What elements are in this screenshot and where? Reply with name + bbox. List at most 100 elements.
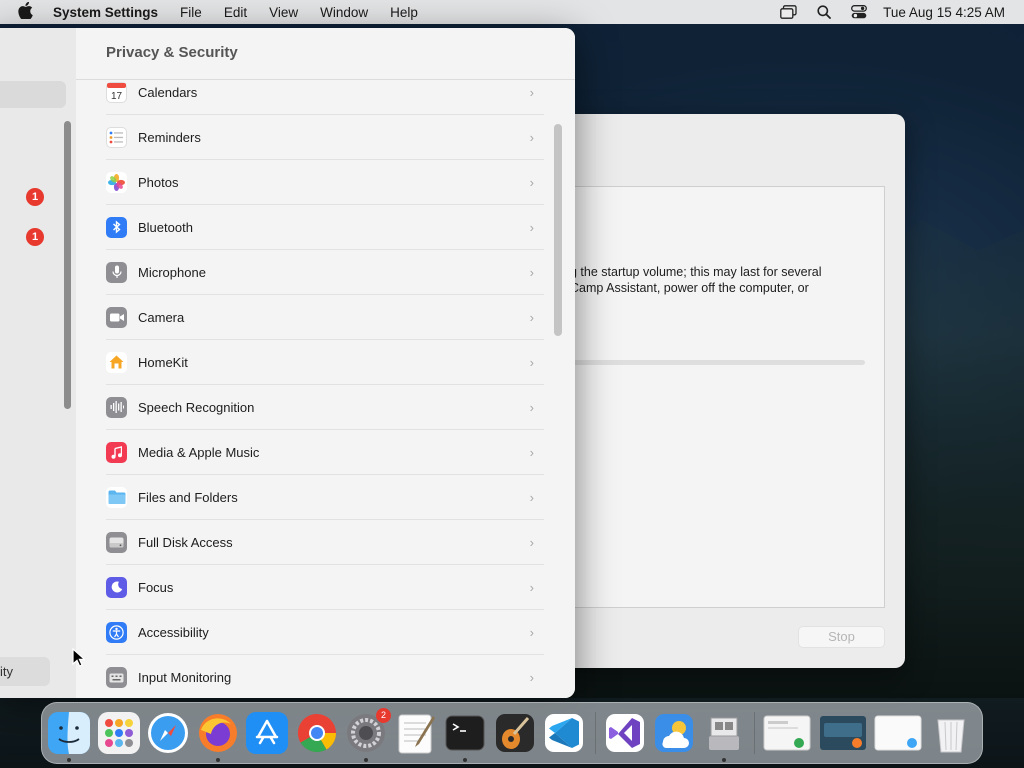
sidebar-selected-item[interactable] [0, 81, 66, 108]
dock-terminal[interactable] [444, 712, 486, 762]
row-input-monitoring[interactable]: Input Monitoring › [106, 655, 544, 698]
row-bluetooth[interactable]: Bluetooth › [106, 205, 544, 250]
content-scrollbar[interactable] [554, 124, 562, 336]
reminders-icon [106, 126, 127, 148]
row-camera[interactable]: Camera › [106, 295, 544, 340]
dock-launchpad[interactable] [97, 712, 140, 754]
dock-firefox[interactable] [197, 712, 239, 762]
row-label: Media & Apple Music [138, 444, 260, 460]
chevron-right-icon: › [529, 579, 534, 595]
menu-file[interactable]: File [180, 5, 202, 20]
dock-chrome[interactable] [296, 712, 338, 754]
chevron-right-icon: › [529, 354, 534, 370]
row-full-disk-access[interactable]: Full Disk Access › [106, 520, 544, 565]
search-icon[interactable] [817, 5, 832, 19]
apple-menu-icon[interactable] [18, 1, 36, 22]
dock-app-store[interactable] [246, 712, 288, 754]
row-label: Bluetooth [138, 219, 193, 235]
row-reminders[interactable]: Reminders › [106, 115, 544, 160]
window-thumbnail-icon [763, 715, 811, 751]
notification-badge: 1 [26, 188, 44, 206]
menu-edit[interactable]: Edit [224, 5, 247, 20]
dock-safari[interactable] [147, 712, 189, 754]
row-photos[interactable]: Photos › [106, 160, 544, 205]
row-label: Files and Folders [138, 489, 238, 505]
progress-bar [570, 360, 865, 365]
menu-window[interactable]: Window [320, 5, 368, 20]
sidebar: 1 1 ity [0, 28, 76, 698]
notification-badge: 1 [26, 228, 44, 246]
dock-finder[interactable] [48, 712, 90, 762]
dock-weather[interactable] [653, 712, 695, 754]
screen-mirroring-icon[interactable] [780, 5, 797, 19]
dock-textedit[interactable] [395, 712, 437, 754]
weather-icon [655, 714, 693, 752]
running-indicator [721, 758, 726, 762]
sidebar-item-security[interactable]: ity [0, 657, 50, 686]
dock: 2 [41, 702, 983, 764]
textedit-icon [398, 714, 435, 754]
terminal-icon [445, 715, 485, 751]
microphone-icon [106, 261, 127, 283]
row-label: Reminders [138, 129, 201, 145]
svg-text:17: 17 [111, 91, 123, 102]
row-homekit[interactable]: HomeKit › [106, 340, 544, 385]
chevron-right-icon: › [529, 309, 534, 325]
running-indicator [67, 758, 71, 762]
dock-trash[interactable] [930, 712, 972, 754]
window-thumbnail-icon [819, 716, 866, 750]
row-label: Accessibility [138, 624, 209, 640]
sidebar-scrollbar[interactable] [64, 121, 71, 409]
chrome-icon [297, 713, 336, 753]
accessibility-icon [106, 621, 127, 643]
visual-studio-icon [605, 714, 644, 752]
dock-minimized-window[interactable] [763, 712, 811, 754]
status-message-line-2: Camp Assistant, power off the computer, … [570, 281, 809, 295]
dock-system-settings[interactable]: 2 [345, 708, 391, 762]
dock-minimized-window[interactable] [819, 712, 867, 754]
menu-view[interactable]: View [269, 5, 298, 20]
row-label: Focus [138, 579, 174, 595]
chevron-right-icon: › [529, 489, 534, 505]
chevron-right-icon: › [529, 129, 534, 145]
menu-clock[interactable]: Tue Aug 15 4:25 AM [883, 5, 1005, 20]
row-label: Calendars [138, 84, 198, 100]
chevron-right-icon: › [529, 670, 534, 685]
dock-visual-studio[interactable] [604, 712, 646, 754]
running-indicator [364, 758, 368, 762]
window-thumbnail-icon [874, 715, 922, 751]
moon-icon [106, 576, 127, 598]
system-settings-window: 1 1 ity Privacy & Security 17 Calendars … [0, 28, 575, 698]
chevron-right-icon: › [529, 219, 534, 235]
chevron-right-icon: › [529, 174, 534, 190]
guitar-icon [495, 714, 534, 752]
dock-boot-camp-assistant[interactable] [703, 712, 745, 762]
row-focus[interactable]: Focus › [106, 565, 544, 610]
running-indicator [215, 758, 220, 762]
row-label: Microphone [138, 264, 206, 280]
mouse-cursor-icon [72, 647, 87, 672]
status-message-line-1: g the startup volume; this may last for … [570, 265, 822, 279]
chevron-right-icon: › [529, 444, 534, 460]
photos-icon [106, 171, 127, 193]
row-microphone[interactable]: Microphone › [106, 250, 544, 295]
row-media-apple-music[interactable]: Media & Apple Music › [106, 430, 544, 475]
row-speech-recognition[interactable]: Speech Recognition › [106, 385, 544, 430]
folder-icon [106, 486, 127, 508]
dock-vscode[interactable] [543, 712, 585, 754]
privacy-content: Privacy & Security 17 Calendars › Remind… [76, 28, 575, 698]
dock-garageband[interactable] [494, 712, 536, 754]
firefox-icon [198, 714, 237, 752]
bootcamp-icon [708, 717, 739, 750]
dock-minimized-window[interactable] [874, 712, 922, 754]
stop-button[interactable]: Stop [798, 626, 885, 648]
calendar-icon: 17 [106, 81, 127, 103]
dock-separator [754, 712, 755, 754]
launchpad-icon [97, 712, 140, 754]
menu-help[interactable]: Help [390, 5, 418, 20]
row-accessibility[interactable]: Accessibility › [106, 610, 544, 655]
menu-app-name[interactable]: System Settings [53, 5, 158, 20]
control-center-icon[interactable] [851, 5, 868, 19]
row-files-and-folders[interactable]: Files and Folders › [106, 475, 544, 520]
dock-separator [594, 712, 596, 754]
